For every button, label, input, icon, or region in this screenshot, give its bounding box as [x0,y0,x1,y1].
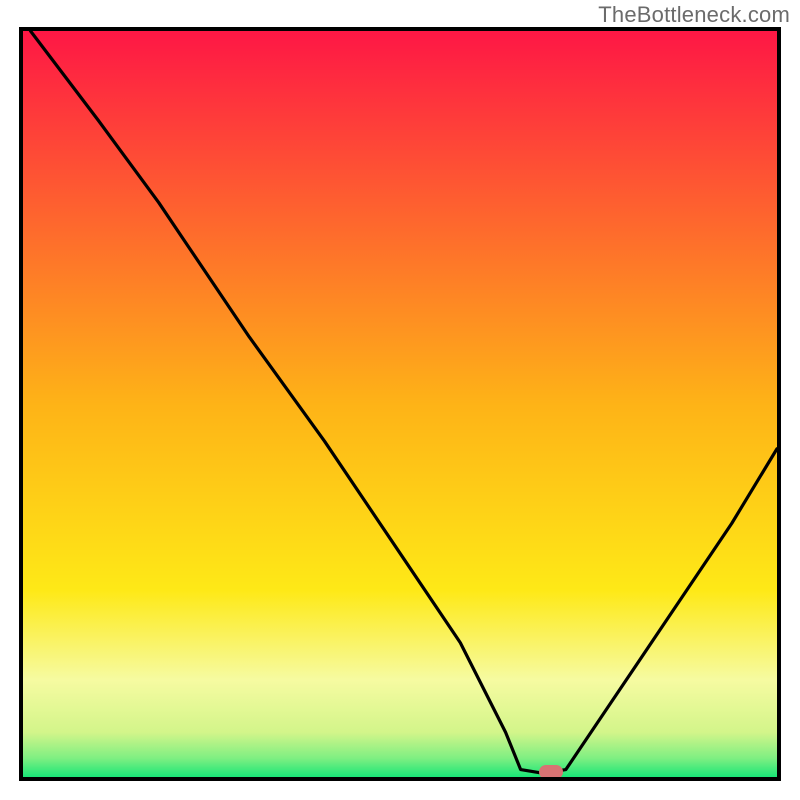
optimal-marker [539,765,563,779]
attribution-text: TheBottleneck.com [598,2,790,28]
chart-frame: TheBottleneck.com [0,0,800,800]
plot-area [19,27,781,781]
gradient-background [23,31,777,777]
